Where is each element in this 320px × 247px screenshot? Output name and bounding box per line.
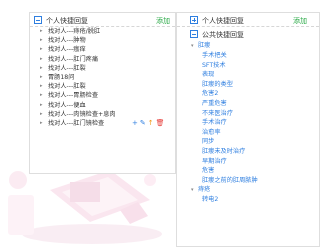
category-anal-fistula[interactable]: ▾ 肛瘘: [177, 41, 319, 51]
expand-arrow-icon[interactable]: ▸: [40, 101, 43, 110]
list-item[interactable]: 严重危害: [177, 99, 319, 109]
panel-header: 个人快捷回复 添加: [30, 13, 175, 27]
list-item[interactable]: 表现: [177, 70, 319, 80]
list-item[interactable]: 治愈率: [177, 128, 319, 138]
list-item[interactable]: SFT技术: [177, 61, 319, 71]
reply-list: ▸ 找对人---痔疮/脱肛 ▸ 找对人---肿物 ▸ 找对人---瘙痒 ▸ 找对人---…: [30, 27, 175, 128]
section-title: 公共快捷回复: [202, 31, 244, 39]
list-item[interactable]: ▸ 找对人---肿物: [30, 36, 175, 45]
expand-arrow-icon[interactable]: ▸: [40, 110, 43, 119]
list-item[interactable]: 手术把关: [177, 51, 319, 61]
item-label: 找对人---肛裂: [48, 83, 86, 91]
add-button[interactable]: 添加: [156, 16, 170, 26]
expand-arrow-icon[interactable]: ▸: [40, 36, 43, 45]
list-item[interactable]: ▸ 找对人---肛门镜检查 + ✎ ↑ 🗑: [30, 119, 175, 128]
personal-quick-reply-panel: 个人快捷回复 添加 ▸ 找对人---痔疮/脱肛 ▸ 找对人---肿物 ▸ 找对人---…: [29, 12, 176, 174]
public-section-header[interactable]: 公共快捷回复: [177, 27, 319, 41]
list-item[interactable]: 肛瘘之前的肛周脓肿: [177, 176, 319, 186]
item-label: 找对人---瘙痒: [48, 46, 86, 54]
quick-reply-tree-panel: 个人快捷回复 添加 公共快捷回复 ▾ 肛瘘 手术把关 SFT技术 表现 肛瘘的类…: [176, 12, 320, 247]
list-item[interactable]: 肛瘘未及时治疗: [177, 147, 319, 157]
list-item[interactable]: ▸ 找对人---肛门疼痛: [30, 55, 175, 64]
expanded-arrow-icon[interactable]: ▾: [191, 185, 194, 195]
item-label: 找对人---肛裂: [48, 64, 86, 72]
collapse-icon[interactable]: [34, 16, 42, 24]
section-title: 个人快捷回复: [202, 17, 244, 25]
item-label: 找对人---肛门镜检查: [48, 119, 105, 127]
list-item[interactable]: 危害: [177, 166, 319, 176]
list-item[interactable]: ▸ 找对人---肛裂: [30, 82, 175, 91]
item-label: 胃肠18问: [48, 73, 75, 81]
list-item[interactable]: ▸ 找对人---肉镜检查+息肉: [30, 110, 175, 119]
category-items: 转电2: [177, 195, 319, 205]
list-item[interactable]: 不来医治疗: [177, 109, 319, 119]
expand-arrow-icon[interactable]: ▸: [40, 73, 43, 82]
item-label: 找对人---痔疮/脱肛: [48, 28, 101, 35]
add-button[interactable]: 添加: [293, 16, 307, 26]
list-item[interactable]: ▸ 找对人---肛裂: [30, 64, 175, 73]
delete-icon[interactable]: 🗑: [156, 119, 165, 127]
expanded-arrow-icon[interactable]: ▾: [191, 41, 194, 51]
expand-arrow-icon[interactable]: ▸: [40, 55, 43, 64]
item-label: 找对人---肿物: [48, 37, 86, 45]
personal-section-header[interactable]: 个人快捷回复 添加: [177, 13, 319, 27]
category-items: 手术把关 SFT技术 表现 肛瘘的类型 危害2 严重危害 不来医治疗 手术治疗 …: [177, 51, 319, 185]
expand-arrow-icon[interactable]: ▸: [40, 91, 43, 100]
expand-arrow-icon[interactable]: ▸: [40, 82, 43, 91]
category-label: 肛瘘: [198, 42, 211, 49]
expand-icon[interactable]: [190, 16, 198, 24]
list-item[interactable]: 手术治疗: [177, 118, 319, 128]
item-label: 找对人---肛门疼痛: [48, 55, 99, 63]
list-item[interactable]: 早期治疗: [177, 157, 319, 167]
item-label: 找对人---肉镜检查+息肉: [48, 110, 116, 118]
list-item[interactable]: ▸ 找对人---痔疮/脱肛: [30, 27, 175, 36]
list-item[interactable]: 肛瘘的类型: [177, 80, 319, 90]
list-item[interactable]: 危害2: [177, 89, 319, 99]
expand-arrow-icon[interactable]: ▸: [40, 27, 43, 36]
add-icon[interactable]: +: [132, 119, 138, 127]
list-item[interactable]: 同步: [177, 137, 319, 147]
list-item[interactable]: ▸ 胃肠18问: [30, 73, 175, 82]
list-item[interactable]: ▸ 找对人---瘙痒: [30, 45, 175, 54]
row-actions: + ✎ ↑ 🗑: [132, 119, 167, 128]
move-up-icon[interactable]: ↑: [148, 119, 154, 127]
category-label: 痔疮: [198, 186, 211, 194]
list-item[interactable]: ▸ 找对人---胃肠检查: [30, 91, 175, 100]
item-label: 找对人---便血: [48, 101, 86, 109]
item-label: 找对人---胃肠检查: [48, 92, 99, 100]
edit-icon[interactable]: ✎: [140, 119, 146, 127]
category-hemorrhoids[interactable]: ▾ 痔疮: [177, 185, 319, 195]
expand-arrow-icon[interactable]: ▸: [40, 45, 43, 54]
expand-arrow-icon[interactable]: ▸: [40, 64, 43, 73]
collapse-icon[interactable]: [190, 30, 198, 38]
panel-title: 个人快捷回复: [46, 17, 88, 25]
list-item[interactable]: 转电2: [177, 195, 319, 205]
expand-arrow-icon[interactable]: ▸: [40, 119, 43, 128]
list-item[interactable]: ▸ 找对人---便血: [30, 101, 175, 110]
